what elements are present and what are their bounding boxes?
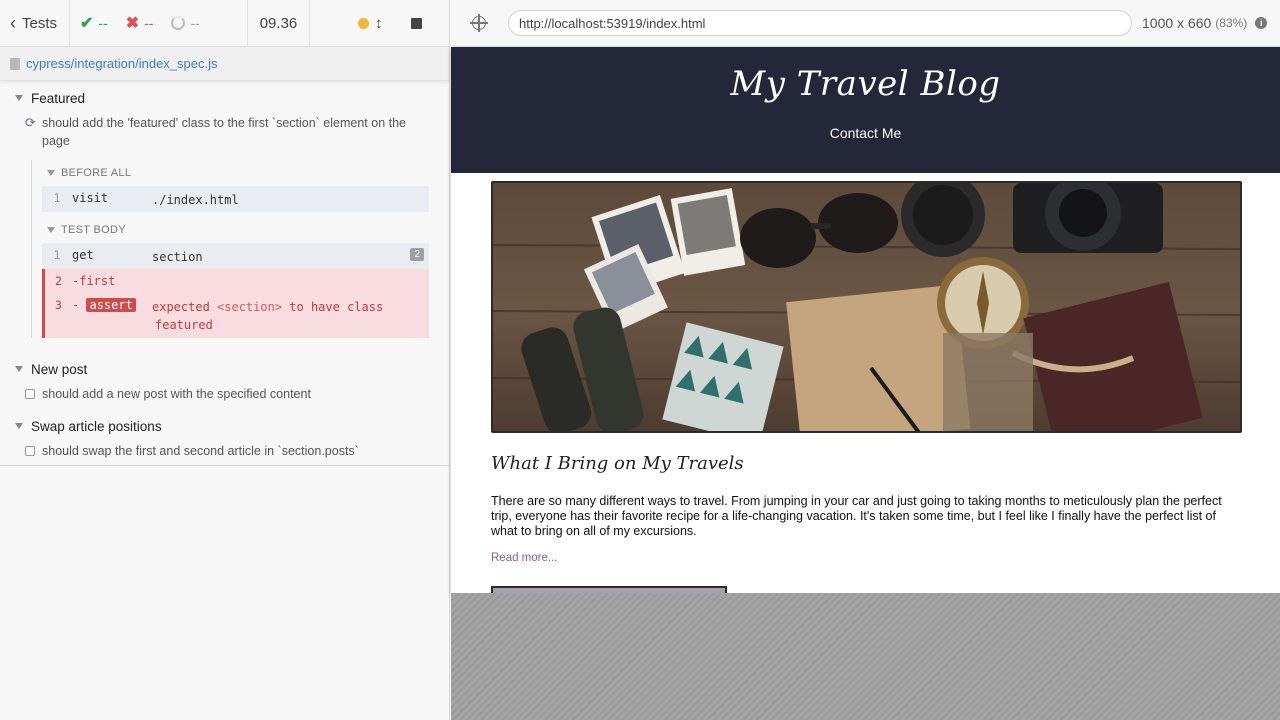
- app-under-test-frame: My Travel Blog Contact Me What I Bring o…: [451, 47, 1280, 593]
- command-number: 3: [55, 298, 62, 312]
- test-pending-state: [25, 385, 42, 404]
- suite-new-post[interactable]: New post: [0, 355, 449, 383]
- caret-down-icon: [47, 170, 55, 176]
- suite-swap-articles[interactable]: Swap article positions: [0, 412, 449, 440]
- checkbox-icon: [25, 446, 35, 456]
- chevron-left-icon: ‹: [10, 13, 16, 33]
- checkbox-icon: [25, 389, 35, 399]
- suite-title: Swap article positions: [31, 418, 162, 434]
- test-commands: BEFORE ALL 1 visit ./index.html TEST BOD…: [31, 160, 429, 338]
- command-prefix: -: [72, 298, 80, 312]
- command-name-wrap: - assert: [72, 296, 152, 312]
- contact-me-link[interactable]: Contact Me: [451, 125, 1280, 141]
- travel-gear-photo: [493, 183, 1240, 431]
- circle-notch-icon: [171, 16, 186, 30]
- blog-title: My Travel Blog: [730, 64, 1001, 104]
- pending-stat: --: [171, 15, 200, 31]
- test-title: should swap the first and second article…: [42, 444, 359, 458]
- hook-title: TEST BODY: [61, 224, 126, 236]
- hero-image: [491, 181, 1242, 433]
- cypress-runner: ‹ Tests ✔ -- ✖ -- -- 09.36 ↕ cypress/int…: [0, 0, 1280, 720]
- command-name: -first: [72, 274, 116, 288]
- viewport-info: 1000 x 660 (83%) i: [1142, 15, 1268, 31]
- caret-down-icon: [15, 366, 23, 372]
- hook-test-body[interactable]: TEST BODY: [42, 217, 429, 243]
- file-icon: [10, 57, 20, 70]
- test-title: should add the 'featured' class to the f…: [42, 116, 407, 148]
- test-title: should add a new post with the specified…: [42, 387, 311, 401]
- element-count-badge: 2: [410, 248, 424, 261]
- viewport-background: [451, 593, 1280, 720]
- command-get[interactable]: 1 get section 2: [42, 243, 429, 269]
- article-title: What I Bring on My Travels: [491, 453, 744, 474]
- caret-down-icon: [47, 227, 55, 233]
- failed-stat: ✖ --: [126, 13, 154, 33]
- command-message: [152, 272, 429, 274]
- info-icon[interactable]: i: [1255, 17, 1268, 29]
- selector-playground-icon[interactable]: [469, 13, 488, 32]
- check-icon: ✔: [80, 15, 94, 32]
- run-controls: ↕: [310, 0, 449, 46]
- assert-msg-class: featured: [155, 318, 213, 332]
- command-first[interactable]: 2 -first: [42, 269, 429, 293]
- assert-badge: assert: [86, 298, 136, 312]
- spec-file-link[interactable]: cypress/integration/index_spec.js: [26, 56, 218, 71]
- read-more-link[interactable]: Read more...: [491, 552, 557, 564]
- command-message: ./index.html: [152, 193, 239, 207]
- passed-stat: ✔ --: [80, 13, 108, 33]
- hook-title: BEFORE ALL: [61, 167, 132, 179]
- viewport-scale: (83%): [1215, 16, 1248, 30]
- test-stats: ✔ -- ✖ -- --: [70, 0, 248, 46]
- duration: 09.36: [248, 0, 310, 46]
- suite-title: Featured: [31, 90, 86, 106]
- command-name: get: [72, 248, 94, 262]
- command-number: 1: [53, 248, 61, 262]
- test-pending-state: [25, 442, 42, 461]
- command-number: 2: [55, 274, 62, 288]
- stop-button[interactable]: [410, 17, 422, 29]
- next-article-card: [491, 586, 727, 593]
- test-new-post[interactable]: should add a new post with the specified…: [0, 383, 449, 412]
- runnables-list: Featured ⟳ should add the 'featured' cla…: [0, 81, 449, 466]
- x-icon: ✖: [125, 15, 140, 32]
- blog-header: My Travel Blog Contact Me: [451, 47, 1280, 173]
- back-to-tests-button[interactable]: ‹ Tests: [0, 0, 70, 46]
- url-bar[interactable]: http://localhost:53919/index.html: [508, 10, 1132, 36]
- refresh-spin-icon: ⟳: [25, 115, 36, 130]
- assert-msg-element: <section>: [217, 300, 283, 314]
- caret-down-icon: [15, 95, 23, 101]
- suite-title: New post: [31, 361, 88, 377]
- command-name: visit: [72, 191, 109, 205]
- autoscroll-toggle-icon[interactable]: ↕: [375, 15, 383, 32]
- command-visit[interactable]: 1 visit ./index.html: [42, 186, 429, 212]
- running-indicator-icon: [358, 17, 369, 29]
- spec-file-bar: cypress/integration/index_spec.js: [0, 47, 449, 81]
- viewport-size: 1000 x 660: [1142, 15, 1212, 31]
- test-swap-articles[interactable]: should swap the first and second article…: [0, 440, 449, 466]
- assert-msg-part: expected: [152, 300, 218, 314]
- hook-before-all[interactable]: BEFORE ALL: [42, 160, 429, 186]
- passed-count: --: [98, 15, 108, 31]
- article-body: There are so many different ways to trav…: [491, 494, 1222, 538]
- aut-header: http://localhost:53919/index.html 1000 x…: [451, 0, 1280, 47]
- command-assert[interactable]: 3 - assert expected <section> to have cl…: [42, 293, 429, 338]
- back-label: Tests: [22, 14, 58, 32]
- command-message: expected <section> to have class feature…: [152, 296, 429, 334]
- failed-count: --: [144, 15, 154, 31]
- assert-msg-part: to have class: [282, 300, 384, 314]
- pending-count: --: [190, 15, 200, 31]
- reporter-panel: ‹ Tests ✔ -- ✖ -- -- 09.36 ↕ cypress/int…: [0, 0, 450, 720]
- test-featured-running[interactable]: ⟳ should add the 'featured' class to the…: [0, 112, 449, 150]
- caret-down-icon: [15, 423, 23, 429]
- command-message: section: [152, 250, 203, 264]
- command-number: 1: [53, 191, 61, 205]
- reporter-header: ‹ Tests ✔ -- ✖ -- -- 09.36 ↕: [0, 0, 449, 47]
- suite-featured[interactable]: Featured: [0, 84, 449, 112]
